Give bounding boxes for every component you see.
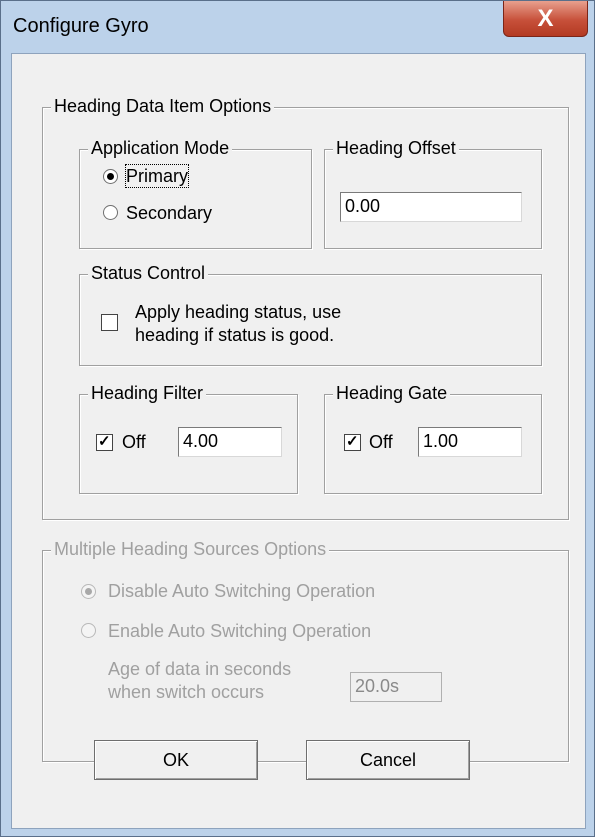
cancel-button-label: Cancel: [359, 749, 417, 770]
primary-label[interactable]: Primary: [125, 164, 189, 188]
heading-gate-off-checkbox[interactable]: [344, 432, 361, 452]
ok-button-label: OK: [162, 749, 189, 770]
dialog-body: Heading Data Item Options Application Mo…: [11, 53, 586, 829]
window-title: Configure Gyro: [13, 15, 149, 37]
heading-filter-off-checkbox[interactable]: [96, 432, 113, 452]
multiple-heading-sources-title: Multiple Heading Sources Options: [51, 538, 330, 560]
dialog-window: Configure Gyro X Heading Data Item Optio…: [0, 0, 595, 837]
heading-filter-off-label[interactable]: Off: [122, 431, 146, 453]
heading-filter-input[interactable]: 4.00: [178, 427, 282, 457]
heading-offset-input[interactable]: 0.00: [340, 192, 522, 222]
heading-filter-title: Heading Filter: [88, 382, 207, 404]
title-bar[interactable]: Configure Gyro X: [1, 1, 595, 53]
application-mode-title: Application Mode: [88, 137, 233, 159]
close-icon: X: [537, 4, 554, 32]
disable-auto-switching-radio[interactable]: [81, 584, 96, 599]
disable-auto-switching-label[interactable]: Disable Auto Switching Operation: [108, 580, 375, 602]
heading-gate-input[interactable]: 1.00: [418, 427, 522, 457]
age-of-data-label-line2: when switch occurs: [108, 682, 265, 702]
status-control-title: Status Control: [88, 262, 209, 284]
enable-auto-switching-label[interactable]: Enable Auto Switching Operation: [108, 620, 371, 642]
enable-auto-switching-radio[interactable]: [81, 623, 96, 638]
apply-heading-status-checkbox[interactable]: [101, 314, 118, 331]
primary-radio[interactable]: [103, 169, 118, 184]
close-button[interactable]: X: [503, 1, 588, 37]
application-mode-group: Application Mode: [79, 137, 312, 249]
secondary-label[interactable]: Secondary: [126, 202, 212, 224]
heading-gate-title: Heading Gate: [333, 382, 451, 404]
heading-data-item-options-title: Heading Data Item Options: [51, 95, 275, 117]
age-of-data-input[interactable]: 20.0s: [350, 672, 442, 702]
cancel-button[interactable]: Cancel: [306, 740, 470, 780]
ok-button[interactable]: OK: [94, 740, 258, 780]
heading-gate-off-label[interactable]: Off: [369, 431, 393, 453]
heading-offset-title: Heading Offset: [333, 137, 459, 159]
secondary-radio[interactable]: [103, 205, 118, 220]
apply-heading-status-label-line1[interactable]: Apply heading status, use: [135, 301, 341, 323]
age-of-data-label-line1: Age of data in seconds: [108, 659, 292, 679]
apply-heading-status-label-line2[interactable]: heading if status is good.: [135, 324, 334, 346]
